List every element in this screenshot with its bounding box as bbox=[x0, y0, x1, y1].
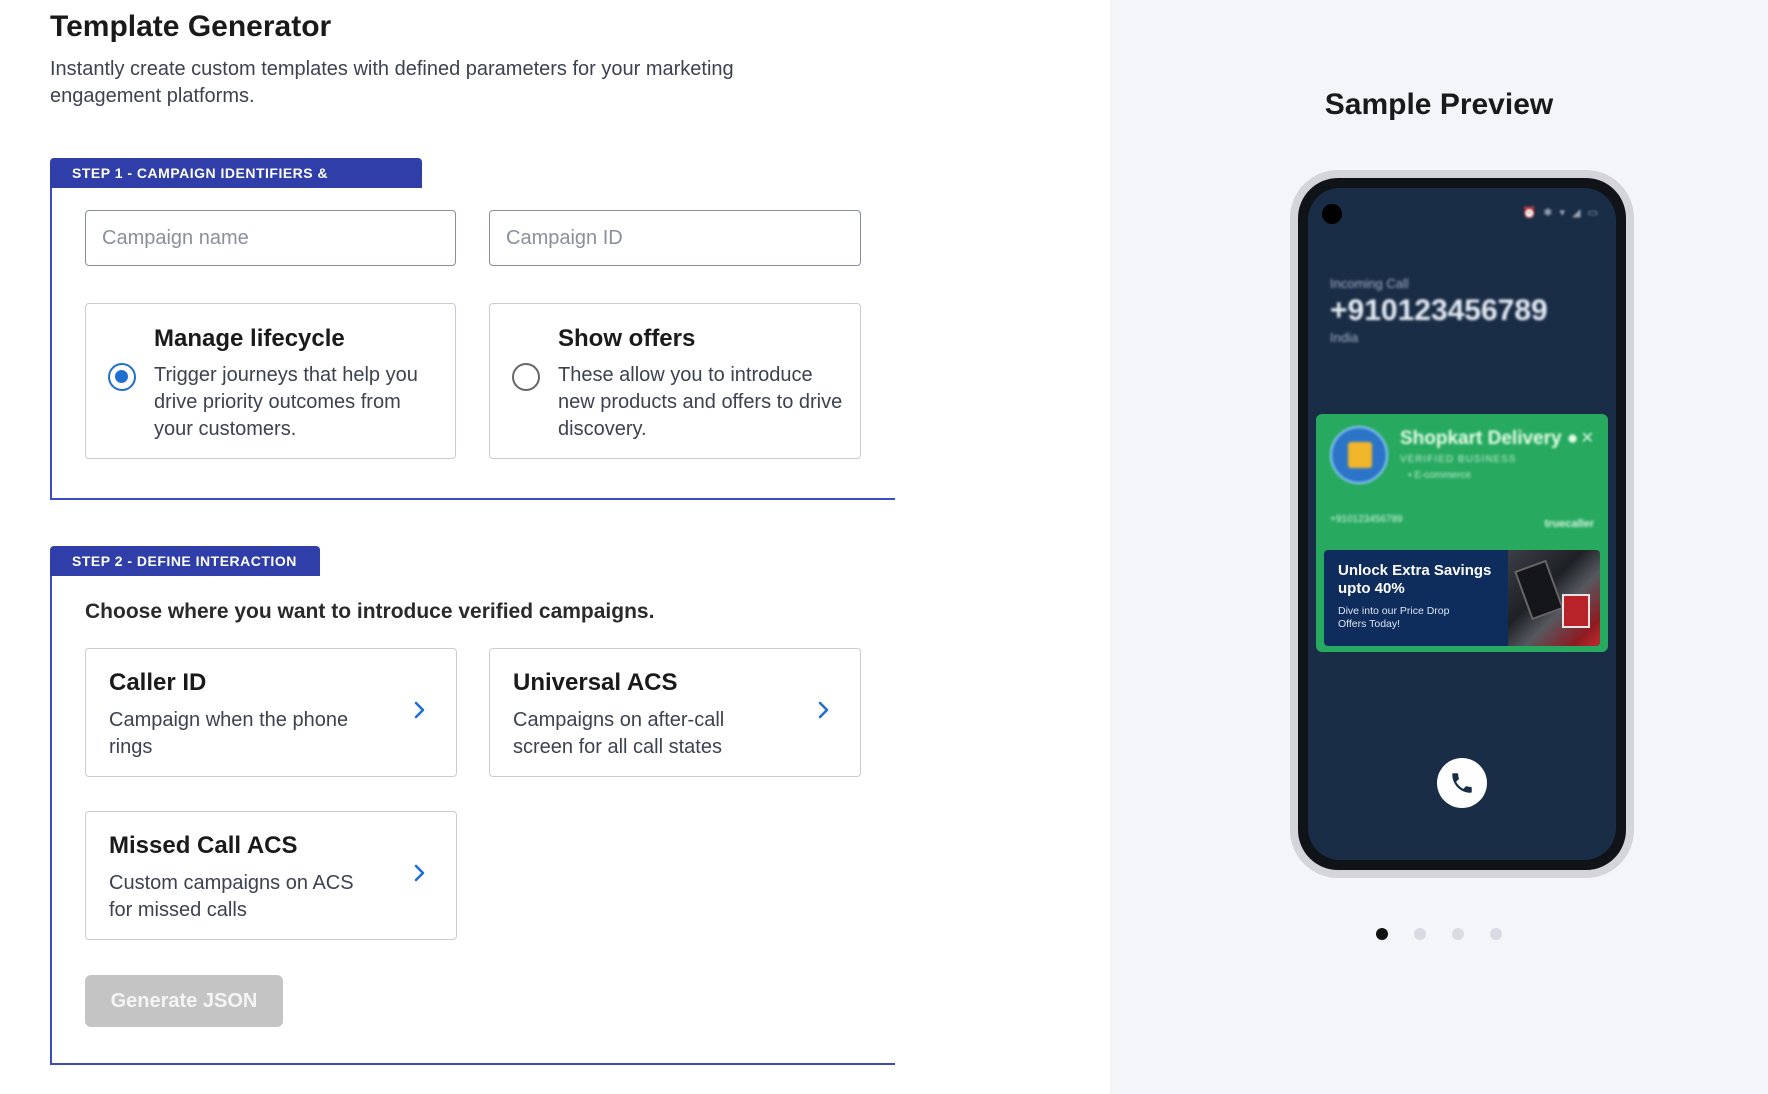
offer-banner[interactable]: Unlock Extra Savings upto 40% Dive into … bbox=[1324, 550, 1600, 646]
phone-mockup: ⏰ ✱ ▾ ◢ ▭ Incoming Call +910123456789 In… bbox=[1290, 170, 1634, 878]
form-panel: Template Generator Instantly create cust… bbox=[0, 0, 1110, 1094]
chevron-right-icon bbox=[818, 701, 829, 719]
phone-icon bbox=[1452, 773, 1472, 793]
shopping-bag-icon bbox=[1330, 426, 1388, 484]
caller-country: India bbox=[1330, 330, 1359, 345]
step2-label: STEP 2 - DEFINE INTERACTION bbox=[50, 546, 320, 576]
call-button[interactable] bbox=[1437, 758, 1487, 808]
interaction-title: Universal ACS bbox=[513, 669, 678, 696]
caller-number-small: +910123456789 bbox=[1330, 514, 1403, 525]
phone-bezel: ⏰ ✱ ▾ ◢ ▭ Incoming Call +910123456789 In… bbox=[1298, 178, 1626, 870]
banner-product-image bbox=[1508, 550, 1600, 646]
page-subtitle: Instantly create custom templates with d… bbox=[50, 58, 734, 107]
radio-manage-lifecycle[interactable] bbox=[108, 363, 136, 391]
campaign-name-input[interactable] bbox=[85, 210, 456, 266]
interaction-card-caller-id[interactable]: Caller ID Campaign when the phone rings bbox=[85, 648, 457, 777]
carousel-dot-2[interactable] bbox=[1414, 928, 1426, 940]
carousel-dot-1[interactable] bbox=[1376, 928, 1388, 940]
banner-title: Unlock Extra Savings upto 40% bbox=[1338, 562, 1492, 597]
chevron-right-icon bbox=[414, 701, 425, 719]
preview-title: Sample Preview bbox=[1324, 88, 1554, 121]
brand-logo: truecaller bbox=[1544, 518, 1594, 530]
interaction-title: Caller ID bbox=[109, 669, 207, 696]
carousel-dot-4[interactable] bbox=[1490, 928, 1502, 940]
status-bar-icons: ⏰ ✱ ▾ ◢ ▭ bbox=[1522, 207, 1600, 219]
page-title: Template Generator bbox=[50, 10, 332, 43]
interaction-title: Missed Call ACS bbox=[109, 832, 298, 859]
caller-number: +910123456789 bbox=[1330, 294, 1548, 327]
step1-label: STEP 1 - CAMPAIGN IDENTIFIERS & USECASE bbox=[50, 158, 422, 211]
interaction-description: Campaigns on after-call screen for all c… bbox=[513, 709, 725, 758]
interaction-description: Campaign when the phone rings bbox=[109, 709, 349, 758]
interaction-card-universal-acs[interactable]: Universal ACS Campaigns on after-call sc… bbox=[489, 648, 861, 777]
usecase-card-manage-lifecycle[interactable]: Manage lifecycle Trigger journeys that h… bbox=[85, 303, 456, 459]
radio-show-offers[interactable] bbox=[512, 363, 540, 391]
usecase-title: Show offers bbox=[558, 325, 696, 352]
usecase-card-show-offers[interactable]: Show offers These allow you to introduce… bbox=[489, 303, 861, 459]
camera-icon bbox=[1322, 204, 1342, 224]
interaction-card-missed-call-acs[interactable]: Missed Call ACS Custom campaigns on ACS … bbox=[85, 811, 457, 940]
interaction-description: Custom campaigns on ACS for missed calls bbox=[109, 872, 354, 921]
carousel-dots bbox=[1110, 927, 1768, 945]
business-name: Shopkart Delivery ● bbox=[1400, 428, 1579, 449]
business-category: ▪ E-commerce bbox=[1408, 470, 1472, 481]
verified-badge: VERIFIED BUSINESS bbox=[1400, 454, 1517, 465]
generate-json-button[interactable]: Generate JSON bbox=[85, 975, 283, 1027]
caller-id-card: Shopkart Delivery ● VERIFIED BUSINESS ▪ … bbox=[1316, 414, 1608, 652]
interaction-prompt: Choose where you want to introduce verif… bbox=[85, 600, 655, 623]
usecase-description: Trigger journeys that help you drive pri… bbox=[154, 364, 418, 440]
chevron-right-icon bbox=[414, 864, 425, 882]
close-icon[interactable]: ✕ bbox=[1581, 428, 1594, 448]
carousel-dot-3[interactable] bbox=[1452, 928, 1464, 940]
usecase-description: These allow you to introduce new product… bbox=[558, 364, 843, 440]
phone-screen: ⏰ ✱ ▾ ◢ ▭ Incoming Call +910123456789 In… bbox=[1308, 188, 1616, 860]
campaign-id-input[interactable] bbox=[489, 210, 861, 266]
usecase-title: Manage lifecycle bbox=[154, 325, 345, 352]
banner-subtitle: Dive into our Price Drop Offers Today! bbox=[1338, 605, 1450, 630]
incoming-call-label: Incoming Call bbox=[1330, 276, 1409, 291]
